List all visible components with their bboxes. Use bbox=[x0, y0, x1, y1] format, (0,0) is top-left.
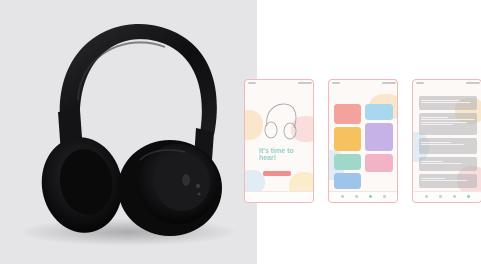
tile-4[interactable] bbox=[365, 123, 393, 151]
get-started-button[interactable] bbox=[263, 171, 291, 176]
nav-search-icon[interactable] bbox=[439, 195, 442, 198]
nav-active-icon[interactable] bbox=[369, 195, 372, 198]
nav-list-icon[interactable] bbox=[453, 195, 456, 198]
tile-5[interactable] bbox=[334, 154, 361, 170]
bottom-nav bbox=[413, 191, 481, 202]
hero-heading: It's time to hear! bbox=[259, 148, 294, 162]
status-bar bbox=[332, 82, 396, 85]
tile-1[interactable] bbox=[334, 104, 361, 124]
info-card-3 bbox=[419, 138, 477, 154]
product-photo bbox=[0, 0, 257, 264]
bottom-nav bbox=[329, 191, 397, 202]
info-card-5 bbox=[419, 174, 477, 188]
tile-2[interactable] bbox=[365, 104, 393, 120]
info-card-1 bbox=[419, 96, 477, 110]
headphones-line-icon bbox=[264, 103, 297, 140]
headphones-image bbox=[18, 24, 238, 246]
mockup-screen-dashboard bbox=[328, 79, 398, 203]
tile-3[interactable] bbox=[334, 127, 361, 151]
tile-7[interactable] bbox=[334, 173, 361, 189]
nav-search-icon[interactable] bbox=[355, 195, 358, 198]
nav-home-icon[interactable] bbox=[425, 195, 428, 198]
nav-home-icon[interactable] bbox=[341, 195, 344, 198]
mockup-screen-splash: It's time to hear! bbox=[244, 79, 314, 203]
status-bar bbox=[416, 82, 480, 85]
nav-profile-icon[interactable] bbox=[467, 195, 470, 198]
nav-profile-icon[interactable] bbox=[383, 195, 386, 198]
info-card-4 bbox=[419, 157, 477, 171]
info-card-2 bbox=[419, 113, 477, 135]
tile-6[interactable] bbox=[365, 154, 393, 172]
status-bar bbox=[248, 82, 312, 85]
bottom-nav bbox=[245, 191, 313, 202]
mockup-screen-details bbox=[412, 79, 481, 203]
